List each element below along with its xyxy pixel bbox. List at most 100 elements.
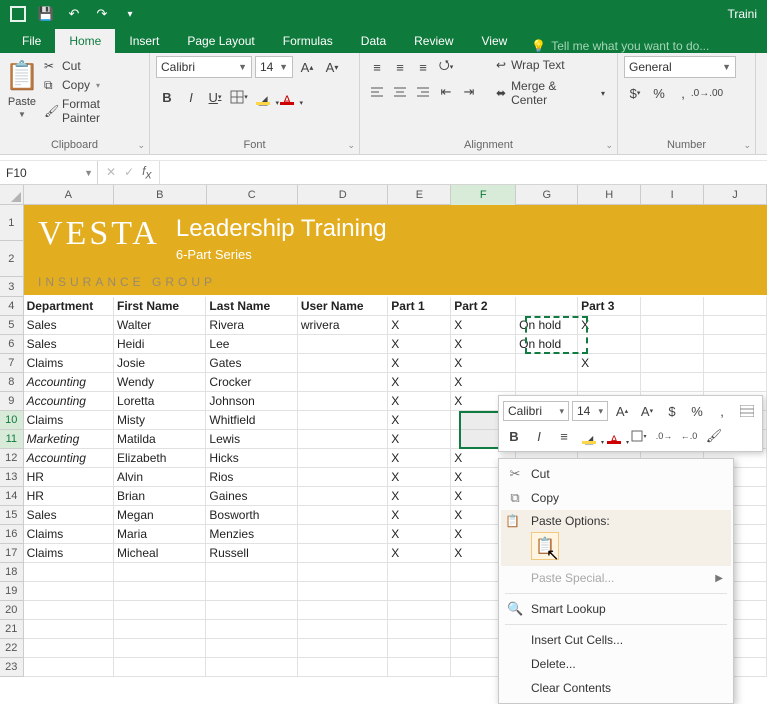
cell[interactable]	[24, 601, 114, 620]
mini-size-combo[interactable]: 14▾	[572, 401, 608, 421]
cell[interactable]	[388, 658, 451, 677]
accounting-format-icon[interactable]: $▾	[624, 82, 646, 104]
cell[interactable]	[298, 430, 388, 449]
increase-indent-icon[interactable]: ⇥	[458, 81, 480, 103]
cell[interactable]: X	[451, 335, 516, 354]
tab-insert[interactable]: Insert	[115, 29, 173, 53]
cell[interactable]	[388, 601, 451, 620]
cell[interactable]	[704, 373, 767, 392]
number-format-combo[interactable]: General▼	[624, 56, 736, 78]
orientation-icon[interactable]: ⭯▾	[435, 56, 457, 78]
cell[interactable]	[298, 582, 388, 601]
cell[interactable]: Sales	[24, 316, 114, 335]
cell[interactable]: X	[578, 354, 641, 373]
cell[interactable]: HR	[24, 468, 114, 487]
cell[interactable]	[298, 563, 388, 582]
cell[interactable]: Claims	[24, 525, 114, 544]
cell[interactable]	[114, 639, 206, 658]
cell[interactable]	[24, 563, 114, 582]
cell[interactable]	[298, 620, 388, 639]
cell[interactable]	[206, 658, 297, 677]
menu-insert-cut-cells[interactable]: Insert Cut Cells...	[501, 628, 731, 652]
cell[interactable]: Matilda	[114, 430, 206, 449]
column-header-cell[interactable]: First Name	[114, 297, 206, 316]
tab-data[interactable]: Data	[347, 29, 400, 53]
cell[interactable]	[641, 335, 704, 354]
col-header-H[interactable]: H	[578, 185, 641, 205]
cell[interactable]: X	[388, 430, 451, 449]
wrap-text-button[interactable]: ↩Wrap Text	[490, 56, 611, 74]
font-name-combo[interactable]: Calibri▼	[156, 56, 252, 78]
cell[interactable]: Claims	[24, 354, 114, 373]
cell[interactable]: X	[388, 316, 451, 335]
qat-customize-icon[interactable]: ▾	[118, 3, 142, 25]
cell[interactable]: Micheal	[114, 544, 206, 563]
col-header-B[interactable]: B	[114, 185, 206, 205]
cell[interactable]	[641, 373, 704, 392]
cell[interactable]: Rios	[206, 468, 297, 487]
row-header[interactable]: 23	[0, 658, 24, 677]
cell[interactable]: Wendy	[114, 373, 206, 392]
cell[interactable]	[114, 601, 206, 620]
cell[interactable]: X	[388, 525, 451, 544]
cell[interactable]: wrivera	[298, 316, 388, 335]
row-header[interactable]: 4	[0, 297, 24, 316]
cell[interactable]: Claims	[24, 544, 114, 563]
tab-home[interactable]: Home	[55, 29, 115, 53]
menu-copy[interactable]: ⧉Copy	[501, 486, 731, 510]
row-header[interactable]: 1	[0, 205, 24, 241]
cell[interactable]: X	[451, 316, 516, 335]
cell[interactable]: Crocker	[206, 373, 297, 392]
bold-button[interactable]: B	[156, 86, 178, 108]
row-header[interactable]: 22	[0, 639, 24, 658]
fill-color-button[interactable]: ◢▾	[252, 86, 274, 108]
cell[interactable]: On hold	[516, 316, 578, 335]
row-header[interactable]: 15	[0, 506, 24, 525]
cell[interactable]	[641, 316, 704, 335]
cell[interactable]	[516, 354, 578, 373]
cell[interactable]	[206, 563, 297, 582]
cell[interactable]: Sales	[24, 506, 114, 525]
cell[interactable]: X	[388, 506, 451, 525]
column-header-cell[interactable]	[704, 297, 767, 316]
cell[interactable]: Josie	[114, 354, 206, 373]
cell[interactable]: Marketing	[24, 430, 114, 449]
cell[interactable]: On hold	[516, 335, 578, 354]
cell[interactable]	[298, 354, 388, 373]
mini-italic-button[interactable]: I	[528, 425, 550, 447]
row-header[interactable]: 9	[0, 392, 24, 411]
cell[interactable]	[388, 563, 451, 582]
menu-delete[interactable]: Delete...	[501, 652, 731, 676]
cell[interactable]: X	[388, 335, 451, 354]
increase-decimal-icon[interactable]: .0→.00	[696, 82, 718, 104]
tab-review[interactable]: Review	[400, 29, 467, 53]
grow-font-icon[interactable]: A▴	[296, 56, 318, 78]
row-header[interactable]: 13	[0, 468, 24, 487]
row-header[interactable]: 21	[0, 620, 24, 639]
cell[interactable]	[298, 468, 388, 487]
cell[interactable]: Gaines	[206, 487, 297, 506]
mini-shrink-font-icon[interactable]: A▾	[636, 400, 658, 422]
cell[interactable]: Gates	[206, 354, 297, 373]
cell[interactable]: X	[388, 449, 451, 468]
col-header-F[interactable]: F	[451, 185, 516, 205]
cell[interactable]	[388, 582, 451, 601]
cell[interactable]: X	[388, 373, 451, 392]
cell[interactable]	[298, 411, 388, 430]
row-header[interactable]: 7	[0, 354, 24, 373]
cell[interactable]	[704, 316, 767, 335]
mini-grow-font-icon[interactable]: A▴	[611, 400, 633, 422]
col-header-C[interactable]: C	[207, 185, 298, 205]
cell[interactable]: Johnson	[206, 392, 297, 411]
cell[interactable]: Accounting	[24, 392, 114, 411]
merge-center-button[interactable]: ⬌Merge & Center▾	[490, 77, 611, 109]
select-all-corner[interactable]	[0, 185, 24, 205]
cell[interactable]	[114, 582, 206, 601]
name-box[interactable]: F10▼	[0, 161, 98, 184]
mini-font-combo[interactable]: Calibri▾	[503, 401, 569, 421]
cell[interactable]: Brian	[114, 487, 206, 506]
col-header-E[interactable]: E	[388, 185, 451, 205]
col-header-I[interactable]: I	[641, 185, 704, 205]
mini-percent-icon[interactable]: %	[686, 400, 708, 422]
column-header-cell[interactable]: Part 2	[451, 297, 516, 316]
